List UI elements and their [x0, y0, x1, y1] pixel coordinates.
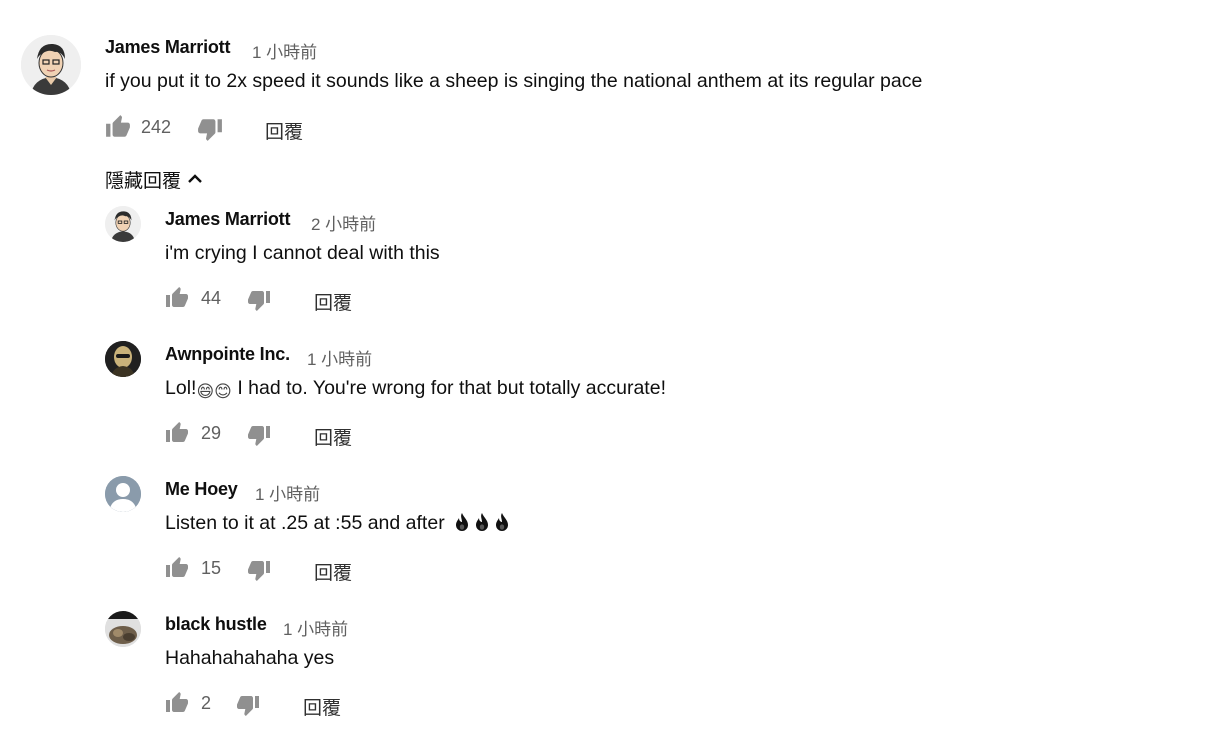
comment-text: Listen to it at .25 at :55 and after: [165, 512, 510, 538]
thumbs-up-icon: [166, 287, 188, 307]
like-button[interactable]: [165, 421, 191, 447]
comment-author[interactable]: James Marriott: [105, 37, 230, 58]
comment-text: Hahahahahaha yes: [165, 647, 335, 669]
comment-time[interactable]: 1 小時前: [283, 615, 348, 640]
reply-comment: Me Hoey 1 小時前 Listen to it at .25 at :55…: [0, 470, 1209, 590]
comment-actions: 242 回覆: [105, 114, 405, 144]
dislike-button[interactable]: [236, 693, 262, 719]
comment-author[interactable]: Awnpointe Inc.: [165, 344, 290, 365]
comment-actions: 2 回覆: [165, 691, 465, 719]
dislike-button[interactable]: [197, 116, 223, 142]
thumbs-down-icon: [198, 119, 222, 141]
hide-replies-label: 隱藏回覆: [105, 171, 182, 192]
like-count: 2: [201, 693, 212, 713]
avatar[interactable]: [21, 35, 81, 95]
top-comment: James Marriott 1 小時前 if you put it to 2x…: [0, 0, 1209, 150]
dislike-button[interactable]: [247, 423, 273, 449]
fire-icon: [454, 512, 470, 538]
fire-icon: [494, 512, 510, 538]
avatar[interactable]: [105, 341, 141, 377]
reply-comment: James Marriott 2 小時前 i'm crying I cannot…: [0, 200, 1209, 320]
reply-button[interactable]: 回覆: [303, 693, 341, 720]
reply-button[interactable]: 回覆: [314, 423, 352, 450]
dislike-button[interactable]: [247, 288, 273, 314]
comment-time[interactable]: 2 小時前: [311, 210, 376, 235]
like-count: 44: [201, 288, 222, 308]
like-count: 15: [201, 558, 222, 578]
comment-author[interactable]: black hustle: [165, 614, 267, 635]
hide-replies-toggle[interactable]: 隱藏回覆: [105, 166, 203, 193]
comment-time[interactable]: 1 小時前: [252, 38, 317, 63]
reply-button[interactable]: 回覆: [265, 117, 303, 144]
thumbs-down-icon: [248, 561, 270, 581]
comment-text: Lol!😄😊 I had to. You're wrong for that b…: [165, 377, 666, 402]
thumbs-up-icon: [106, 115, 130, 137]
default-user-avatar-icon: [105, 476, 141, 512]
comment-author[interactable]: Me Hoey: [165, 479, 238, 500]
reply-button[interactable]: 回覆: [314, 558, 352, 585]
comment-actions: 15 回覆: [165, 556, 465, 584]
dislike-button[interactable]: [247, 558, 273, 584]
avatar[interactable]: [105, 611, 141, 647]
cartoon-face-avatar-icon: [21, 35, 81, 95]
fire-icon: [474, 512, 490, 538]
like-count: 29: [201, 423, 222, 443]
comment-text: if you put it to 2x speed it sounds like…: [105, 70, 923, 92]
like-button[interactable]: [165, 286, 191, 312]
comment-author[interactable]: James Marriott: [165, 209, 290, 230]
thumbs-up-icon: [166, 557, 188, 577]
thumbs-down-icon: [248, 291, 270, 311]
like-count: 242: [141, 117, 172, 137]
thumbs-down-icon: [237, 696, 259, 716]
comment-time[interactable]: 1 小時前: [255, 480, 320, 505]
thumbs-down-icon: [248, 426, 270, 446]
smile-emoji: 😄😊: [196, 382, 232, 402]
comment-text: i'm crying I cannot deal with this: [165, 242, 440, 264]
comment-text-end: I had to. You're wrong for that but tota…: [231, 377, 666, 399]
like-button[interactable]: [165, 556, 191, 582]
comment-text-start: Lol!: [165, 377, 197, 399]
thumbs-up-icon: [166, 692, 188, 712]
reply-button[interactable]: 回覆: [314, 288, 352, 315]
comment-actions: 44 回覆: [165, 286, 465, 314]
chevron-up-icon: [187, 171, 203, 193]
comment-actions: 29 回覆: [165, 421, 465, 449]
photo-avatar-icon: [105, 611, 141, 647]
like-button[interactable]: [105, 114, 131, 140]
avatar[interactable]: [105, 206, 141, 242]
photo-avatar-icon: [105, 341, 141, 377]
reply-comment: black hustle 1 小時前 Hahahahahaha yes 2 回覆: [0, 605, 1209, 725]
thumbs-up-icon: [166, 422, 188, 442]
like-button[interactable]: [165, 691, 191, 717]
cartoon-face-avatar-icon: [105, 206, 141, 242]
avatar[interactable]: [105, 476, 141, 512]
comment-time[interactable]: 1 小時前: [307, 345, 372, 370]
comment-text-body: Listen to it at .25 at :55 and after: [165, 512, 445, 534]
reply-comment: Awnpointe Inc. 1 小時前 Lol!😄😊 I had to. Yo…: [0, 335, 1209, 455]
